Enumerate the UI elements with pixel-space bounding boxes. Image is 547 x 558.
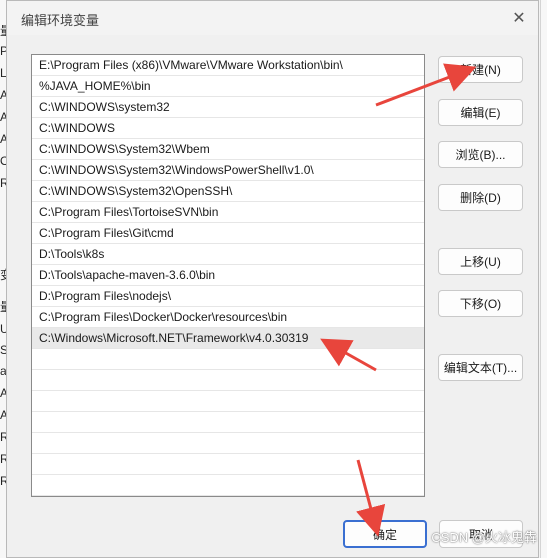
empty-list-row[interactable] (32, 412, 424, 433)
empty-list-row[interactable] (32, 433, 424, 454)
empty-list-row[interactable] (32, 349, 424, 370)
edit-button[interactable]: 编辑(E) (438, 99, 523, 126)
empty-list-row[interactable] (32, 454, 424, 475)
title-bar: 编辑环境变量 ✕ (7, 1, 538, 35)
list-item[interactable]: C:\WINDOWS\system32 (32, 97, 424, 118)
move-up-button[interactable]: 上移(U) (438, 248, 523, 275)
list-item[interactable]: C:\Windows\Microsoft.NET\Framework\v4.0.… (32, 328, 424, 349)
close-icon[interactable]: ✕ (508, 7, 530, 29)
new-button[interactable]: 新建(N) (438, 56, 523, 83)
background-window-right (540, 0, 547, 558)
empty-list-row[interactable] (32, 391, 424, 412)
list-item[interactable]: D:\Tools\apache-maven-3.6.0\bin (32, 265, 424, 286)
ok-button[interactable]: 确定 (343, 520, 427, 548)
browse-button[interactable]: 浏览(B)... (438, 141, 523, 168)
dialog-title: 编辑环境变量 (21, 13, 100, 28)
empty-list-row[interactable] (32, 370, 424, 391)
path-list[interactable]: E:\Program Files (x86)\VMware\VMware Wor… (31, 54, 425, 497)
edit-env-var-dialog: 编辑环境变量 ✕ E:\Program Files (x86)\VMware\V… (6, 0, 539, 558)
list-item[interactable]: C:\Program Files\Docker\Docker\resources… (32, 307, 424, 328)
list-item[interactable]: E:\Program Files (x86)\VMware\VMware Wor… (32, 55, 424, 76)
list-item[interactable]: C:\WINDOWS\System32\WindowsPowerShell\v1… (32, 160, 424, 181)
list-item[interactable]: C:\Program Files\Git\cmd (32, 223, 424, 244)
csdn-watermark: CSDN @火冰鬼犇 (431, 530, 537, 545)
move-down-button[interactable]: 下移(O) (438, 290, 523, 317)
delete-button[interactable]: 删除(D) (438, 184, 523, 211)
list-item[interactable]: C:\WINDOWS (32, 118, 424, 139)
edit-text-button[interactable]: 编辑文本(T)... (438, 354, 523, 381)
list-item[interactable]: D:\Tools\k8s (32, 244, 424, 265)
list-item[interactable]: C:\WINDOWS\System32\OpenSSH\ (32, 181, 424, 202)
empty-list-row[interactable] (32, 475, 424, 496)
list-item[interactable]: C:\Program Files\TortoiseSVN\bin (32, 202, 424, 223)
list-item[interactable]: D:\Program Files\nodejs\ (32, 286, 424, 307)
list-item[interactable]: C:\WINDOWS\System32\Wbem (32, 139, 424, 160)
list-item[interactable]: %JAVA_HOME%\bin (32, 76, 424, 97)
